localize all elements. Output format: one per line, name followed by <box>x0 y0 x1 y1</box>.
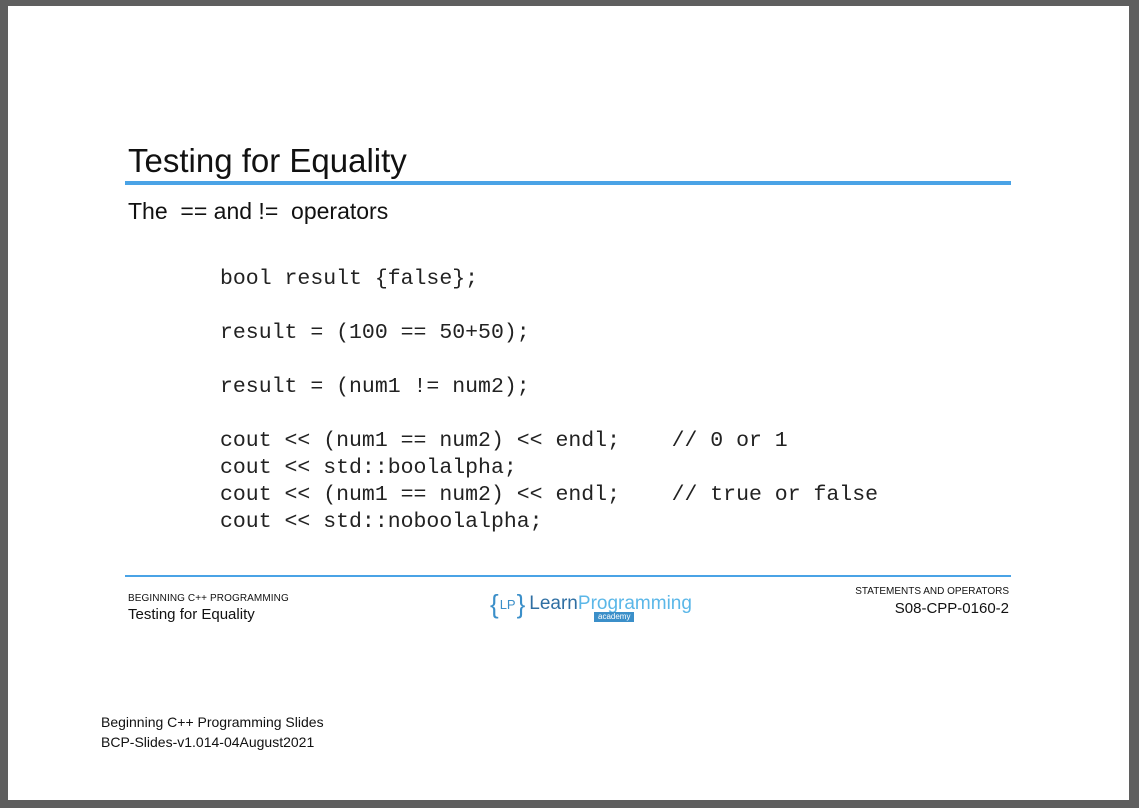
code-line: cout << std::noboolalpha; <box>220 510 543 534</box>
document-note: Beginning C++ Programming Slides BCP-Sli… <box>101 712 324 752</box>
footer-section: STATEMENTS AND OPERATORS <box>855 586 1009 597</box>
code-line: cout << (num1 == num2) << endl; // true … <box>220 483 879 507</box>
footer-course: BEGINNING C++ PROGRAMMING <box>128 593 289 604</box>
code-block: bool result {false}; result = (100 == 50… <box>220 266 878 536</box>
footer-slide-code: S08-CPP-0160-2 <box>894 600 1009 617</box>
code-line: bool result {false}; <box>220 267 479 291</box>
title-divider <box>125 181 1011 185</box>
code-line: result = (100 == 50+50); <box>220 321 530 345</box>
footer-right: STATEMENTS AND OPERATORS S08-CPP-0160-2 <box>855 586 1009 617</box>
slide-subtitle: The == and != operators <box>128 198 389 224</box>
footer-left: BEGINNING C++ PROGRAMMING Testing for Eq… <box>128 593 289 623</box>
code-line: result = (num1 != num2); <box>220 375 530 399</box>
logo-brace-close: } <box>516 589 526 619</box>
learnprogramming-logo: { LP } Learn Programming academy <box>490 590 692 624</box>
code-line: cout << (num1 == num2) << endl; // 0 or … <box>220 429 788 453</box>
note-line-2: BCP-Slides-v1.014-04August2021 <box>101 734 315 750</box>
logo-learn: Learn <box>529 593 578 614</box>
footer-topic: Testing for Equality <box>128 606 255 623</box>
logo-initials: LP <box>499 597 516 612</box>
logo-academy: academy <box>594 612 635 622</box>
note-line-1: Beginning C++ Programming Slides <box>101 714 324 730</box>
slide-title: Testing for Equality <box>128 142 407 179</box>
code-line: cout << std::boolalpha; <box>220 456 517 480</box>
slide-page: Testing for Equality The == and != opera… <box>8 6 1129 800</box>
footer-divider <box>125 575 1011 577</box>
logo-brace-open: { <box>490 589 499 619</box>
